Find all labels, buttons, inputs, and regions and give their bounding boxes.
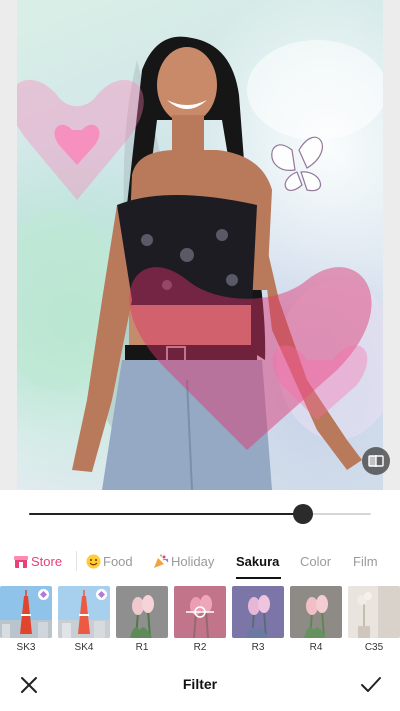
tulip-thumbnail	[232, 586, 284, 638]
filter-thumb-r4[interactable]	[290, 586, 342, 638]
filter-thumb-sk4[interactable]	[58, 586, 110, 638]
filter-category-tabs: Store Food Holiday Sakura Color Film	[0, 548, 400, 574]
filter-thumb-r2[interactable]	[174, 586, 226, 638]
filter-label-sk4: SK4	[74, 642, 94, 653]
tab-store-label: Store	[31, 553, 63, 569]
tab-sakura-label: Sakura	[236, 553, 280, 569]
filter-label-r1: R1	[135, 642, 149, 653]
compare-button[interactable]	[362, 447, 390, 475]
filter-thumbnail-strip: SK3 SK4 R1 R2 R3 R4 C35	[0, 586, 400, 656]
filter-thumb-r3[interactable]	[232, 586, 284, 638]
filter-thumb-c35[interactable]	[348, 586, 400, 638]
tab-color[interactable]: Color	[300, 548, 331, 574]
slider-fill	[29, 513, 303, 515]
panel-title: Filter	[182, 676, 218, 692]
edited-photo	[17, 0, 383, 490]
filter-label-c35: C35	[364, 642, 384, 653]
floral-interior-thumbnail	[348, 586, 400, 638]
slider-thumb[interactable]	[292, 504, 313, 524]
checkmark-icon	[361, 677, 381, 692]
tab-color-label: Color	[300, 553, 332, 569]
premium-badge-icon	[38, 589, 49, 600]
tab-sakura[interactable]: Sakura	[236, 548, 279, 574]
filter-label-r4: R4	[309, 642, 323, 653]
emoji-face-icon	[86, 554, 101, 568]
active-tab-underline	[236, 577, 281, 579]
filter-label-sk3: SK3	[16, 642, 36, 653]
filter-thumb-sk3[interactable]	[0, 586, 52, 638]
store-icon	[14, 555, 28, 568]
tab-film-label: Film	[353, 553, 378, 569]
party-popper-icon	[154, 554, 169, 568]
adjust-slider-icon	[186, 606, 214, 618]
premium-badge-icon	[96, 589, 107, 600]
photo-preview-area	[0, 0, 400, 490]
filter-label-r3: R3	[251, 642, 265, 653]
tulip-thumbnail	[290, 586, 342, 638]
bottom-action-bar: Filter	[0, 660, 400, 711]
tab-food[interactable]: Food	[86, 548, 133, 574]
tab-food-label: Food	[103, 553, 133, 569]
photo-illustration	[17, 36, 383, 490]
tab-store[interactable]: Store	[14, 548, 62, 574]
confirm-button[interactable]	[359, 674, 383, 696]
tab-holiday[interactable]: Holiday	[153, 548, 214, 574]
filter-thumb-r1[interactable]	[116, 586, 168, 638]
tulip-thumbnail	[116, 586, 168, 638]
tab-film[interactable]: Film	[353, 548, 378, 574]
compare-icon	[368, 455, 384, 467]
intensity-slider[interactable]	[29, 504, 371, 524]
filter-label-r2: R2	[193, 642, 207, 653]
tab-holiday-label: Holiday	[171, 553, 215, 569]
